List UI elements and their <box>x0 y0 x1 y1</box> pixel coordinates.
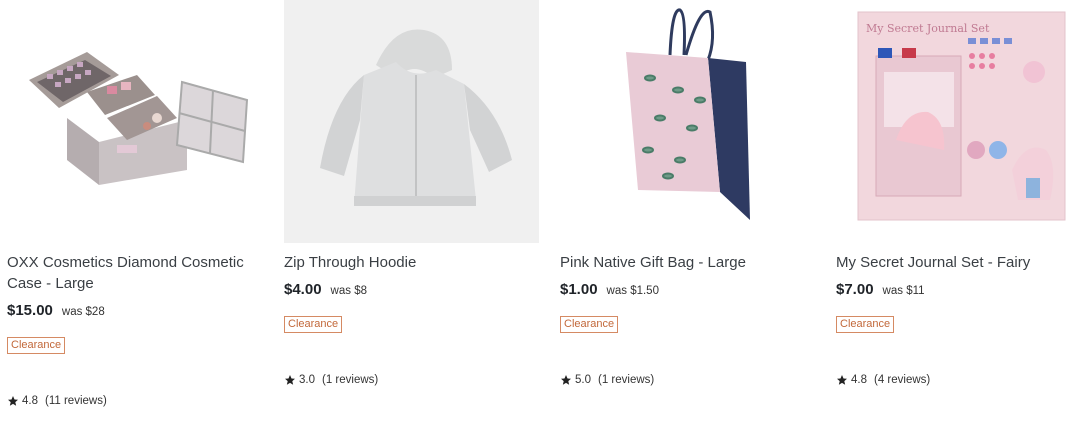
rating-value: 4.8 <box>22 395 38 407</box>
was-price: was $11 <box>882 285 925 297</box>
review-count: (1 reviews) <box>598 374 655 386</box>
price-row: $4.00 was $8 <box>284 281 367 298</box>
price-row: $1.00 was $1.50 <box>560 281 659 298</box>
rating[interactable]: 4.8 (11 reviews) <box>7 395 107 407</box>
journal-packaging-text: My Secret Journal Set <box>866 22 990 35</box>
star-icon <box>8 396 18 406</box>
product-title[interactable]: Zip Through Hoodie <box>284 252 534 273</box>
product-grid: OXX Cosmetics Diamond Cosmetic Case - La… <box>0 0 1080 432</box>
current-price: $1.00 <box>560 281 598 298</box>
product-card[interactable]: My Secret Journal Set My Secret Journal … <box>836 0 1080 432</box>
clearance-badge: Clearance <box>836 316 895 333</box>
current-price: $15.00 <box>7 302 53 319</box>
clearance-badge: Clearance <box>284 316 343 333</box>
star-icon <box>837 375 847 385</box>
current-price: $7.00 <box>836 281 874 298</box>
clearance-badge: Clearance <box>560 316 619 333</box>
was-price: was $8 <box>330 285 367 297</box>
was-price: was $1.50 <box>606 285 659 297</box>
was-price: was $28 <box>61 306 105 318</box>
product-title[interactable]: OXX Cosmetics Diamond Cosmetic Case - La… <box>7 252 257 294</box>
review-count: (11 reviews) <box>45 395 107 407</box>
rating-value: 5.0 <box>575 374 591 386</box>
price-row: $15.00 was $28 <box>7 302 105 319</box>
product-card[interactable]: Zip Through Hoodie $4.00 was $8 Clearanc… <box>284 0 540 432</box>
rating[interactable]: 3.0 (1 reviews) <box>284 374 378 386</box>
review-count: (1 reviews) <box>322 374 379 386</box>
price-row: $7.00 was $11 <box>836 281 925 298</box>
product-card[interactable]: Pink Native Gift Bag - Large $1.00 was $… <box>560 0 816 432</box>
product-card[interactable]: OXX Cosmetics Diamond Cosmetic Case - La… <box>7 0 263 432</box>
star-icon <box>285 375 295 385</box>
rating-value: 3.0 <box>299 374 315 386</box>
product-image-gift-bag[interactable] <box>560 0 815 243</box>
current-price: $4.00 <box>284 281 322 298</box>
product-image-hoodie[interactable] <box>284 0 539 243</box>
star-icon <box>561 375 571 385</box>
product-title[interactable]: Pink Native Gift Bag - Large <box>560 252 810 273</box>
rating[interactable]: 4.8 (4 reviews) <box>836 374 930 386</box>
product-image-cosmetic-case[interactable] <box>7 0 262 243</box>
clearance-badge: Clearance <box>7 337 66 354</box>
rating[interactable]: 5.0 (1 reviews) <box>560 374 654 386</box>
rating-value: 4.8 <box>851 374 867 386</box>
review-count: (4 reviews) <box>874 374 931 386</box>
product-title[interactable]: My Secret Journal Set - Fairy <box>836 252 1080 273</box>
product-image-journal-set[interactable]: My Secret Journal Set <box>836 0 1080 243</box>
